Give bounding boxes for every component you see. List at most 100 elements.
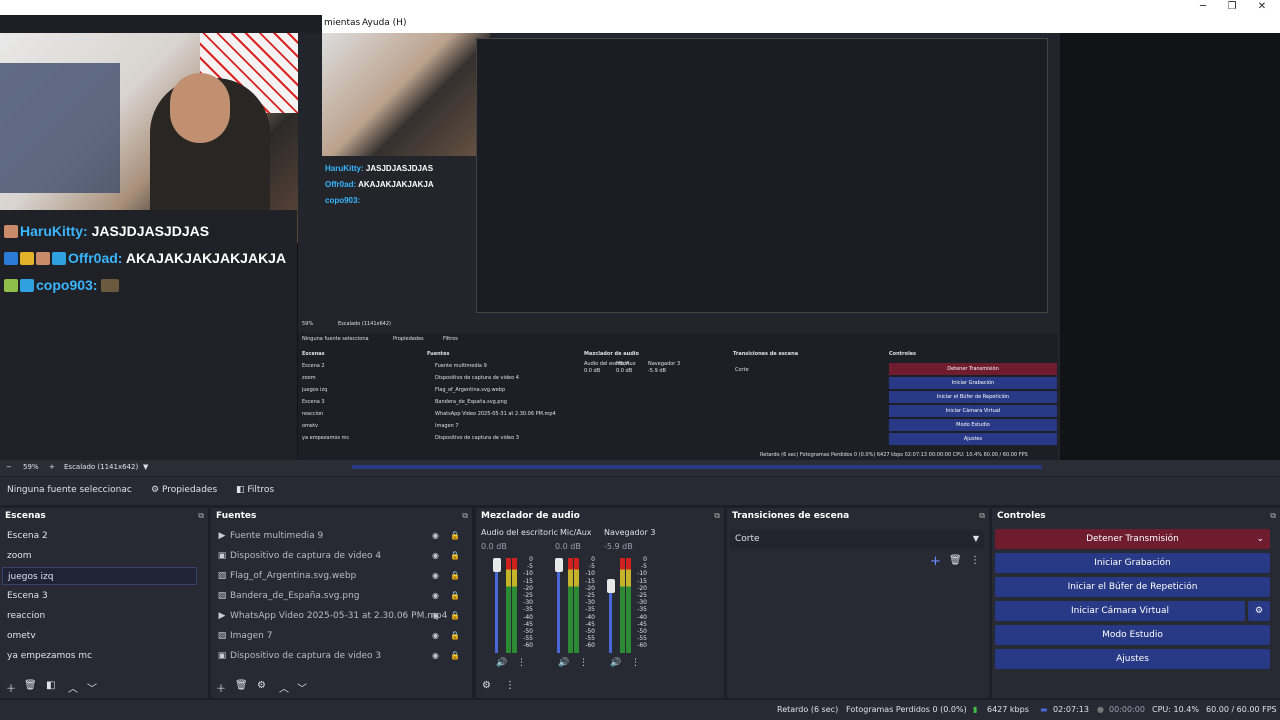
speaker-icon[interactable]: 🔊 [496,658,507,668]
lock-icon[interactable]: 🔒 [450,547,460,565]
scene-item[interactable]: reaccion [2,607,197,625]
scene-item[interactable]: zoom [2,547,197,565]
delay-status: Retardo (6 sec) [777,705,839,714]
scene-item-selected[interactable]: juegos izq [2,567,197,585]
visibility-icon[interactable]: ◉ [432,567,439,585]
lock-icon[interactable]: 🔒 [450,567,460,585]
filters-button[interactable]: ◧ Filtros [236,485,274,495]
transition-menu-icon[interactable]: ⋮ [970,555,980,566]
speaker-icon[interactable]: 🔊 [558,658,569,668]
studio-mode-button[interactable]: Modo Estudio [995,625,1270,645]
image-icon: ▨ [217,571,227,581]
undock-icon[interactable]: ⧉ [198,511,204,521]
visibility-icon[interactable]: ◉ [432,627,439,645]
zoom-bar: − 59% + Escalado (1141x642) ▼ [0,460,1280,476]
source-item[interactable]: ▣ Dispositivo de captura de video 4 ◉ 🔒 [214,547,464,565]
nested-obs-capture: HaruKitty: JASJDJASJDJAS Offr0ad: AKAJAK… [298,33,1060,460]
scene-item[interactable]: ya empezamos mc [2,647,197,665]
speaker-icon[interactable]: 🔊 [610,658,621,668]
add-source-icon[interactable]: ＋ [216,680,226,695]
chat-message: copo903: [4,277,121,293]
start-recording-button[interactable]: Iniciar Grabación [995,553,1270,573]
properties-button[interactable]: ⚙ Propiedades [151,485,217,495]
virtual-camera-settings-button[interactable]: ⚙ [1248,601,1270,621]
controls-title: Controles [997,511,1046,521]
undock-icon[interactable]: ⧉ [462,511,468,521]
transitions-dock: Transiciones de escena ⧉ Corte ▼ + 🗑 ⋮ [727,508,989,698]
stream-time: 02:07:13 [1053,705,1089,714]
source-item[interactable]: ▨ Flag_of_Argentina.svg.webp ◉ 🔒 [214,567,464,585]
lock-icon[interactable]: 🔒 [450,587,460,605]
source-item[interactable]: ▶ Fuente multimedia 9 ◉ 🔒 [214,527,464,545]
scene-item[interactable]: Escena 3 [2,587,197,605]
lock-icon[interactable]: 🔒 [450,627,460,645]
restore-button[interactable]: ❐ [1222,1,1242,12]
crown-icon [20,252,34,265]
volume-fader-track[interactable] [557,558,560,653]
scene-item[interactable]: Escena 2 [2,527,197,545]
visibility-icon[interactable]: ◉ [432,647,439,665]
minimize-button[interactable]: ─ [1193,1,1213,12]
visibility-icon[interactable]: ◉ [432,607,439,625]
lock-icon[interactable]: 🔒 [450,647,460,665]
stop-stream-button[interactable]: Detener Transmisión ⌄ [995,529,1270,549]
db-scale: 0 -5 -10 -15 -20 -25 -30 -35 -40 -45 -50 -55 -60 [523,556,533,650]
dropped-frames-status: Fotogramas Perdidos 0 (0.0%) [846,705,967,714]
dropdown-arrow-icon: ▼ [972,534,979,543]
cube-icon [52,252,66,265]
nested-webcam [322,33,490,156]
source-item[interactable]: ▣ Dispositivo de captura de video 3 ◉ 🔒 [214,647,464,665]
source-item[interactable]: ▶ WhatsApp Video 2025-05-31 at 2.30.06 PM… [214,607,464,625]
channel-menu-icon[interactable]: ⋮ [579,658,588,668]
volume-fader-knob[interactable] [607,578,615,593]
close-button[interactable]: ✕ [1252,1,1272,12]
channel-menu-icon[interactable]: ⋮ [517,658,526,668]
volume-fader-knob[interactable] [555,558,563,572]
source-item[interactable]: ▨ Imagen 7 ◉ 🔒 [214,627,464,645]
zoom-out-button[interactable]: − [6,463,12,471]
move-up-icon[interactable]: ︿ [279,680,289,695]
play-icon: ▶ [218,531,226,541]
scene-filters-icon[interactable]: ◧ [46,680,55,691]
mixer-settings-icon[interactable]: ⚙ [482,680,491,691]
audio-level-meter [506,558,511,653]
source-item[interactable]: ▨ Bandera_de_España.svg.png ◉ 🔒 [214,587,464,605]
visibility-icon[interactable]: ◉ [432,547,439,565]
mixer-menu-icon[interactable]: ⋮ [505,680,515,691]
visibility-icon[interactable]: ◉ [432,527,439,545]
chevron-down-icon[interactable]: ⌄ [1256,529,1264,549]
settings-button[interactable]: Ajustes [995,649,1270,669]
lock-icon[interactable]: 🔒 [450,607,460,625]
add-transition-icon[interactable]: + [930,554,941,569]
remove-scene-icon[interactable]: 🗑 [24,680,37,691]
transition-select[interactable]: Corte ▼ [730,530,984,549]
context-bar: Ninguna fuente seleccionac ⚙ Propiedades… [0,477,1280,505]
remove-source-icon[interactable]: 🗑 [235,680,248,691]
move-down-icon[interactable]: ﹀ [87,680,97,695]
source-properties-icon[interactable]: ⚙ [257,680,266,691]
move-down-icon[interactable]: ﹀ [297,680,307,695]
remove-transition-icon[interactable]: 🗑 [949,555,962,566]
menu-help[interactable]: Ayuda (H) [362,18,406,28]
add-scene-icon[interactable]: ＋ [6,680,16,695]
menu-tools[interactable]: mientas [324,18,360,28]
visibility-icon[interactable]: ◉ [432,587,439,605]
move-up-icon[interactable]: ︿ [68,680,78,695]
volume-fader-track[interactable] [495,558,498,653]
channel-menu-icon[interactable]: ⋮ [631,658,640,668]
replay-buffer-button[interactable]: Iniciar el Búfer de Repetición [995,577,1270,597]
nested-panels: 59% Escalado (1141x642) Ninguna fuente s… [298,321,1058,460]
lock-icon[interactable]: 🔒 [450,527,460,545]
virtual-camera-button[interactable]: Iniciar Cámara Virtual [995,601,1245,621]
nested-chat: HaruKitty: JASJDJASJDJAS Offr0ad: AKAJAK… [322,156,490,211]
undock-icon[interactable]: ⧉ [1270,511,1276,521]
scale-dropdown-icon[interactable]: ▼ [143,463,148,471]
undock-icon[interactable]: ⧉ [979,511,985,521]
scene-item[interactable]: ometv [2,627,197,645]
audio-level-meter [620,558,625,653]
zoom-in-button[interactable]: + [49,463,55,471]
chat-message: Offr0ad: AKAJAKJAKJAKJAKJA [4,250,286,266]
volume-fader-knob[interactable] [493,558,501,572]
horizontal-scrollbar[interactable] [352,465,1042,469]
emote-icon [36,252,50,265]
